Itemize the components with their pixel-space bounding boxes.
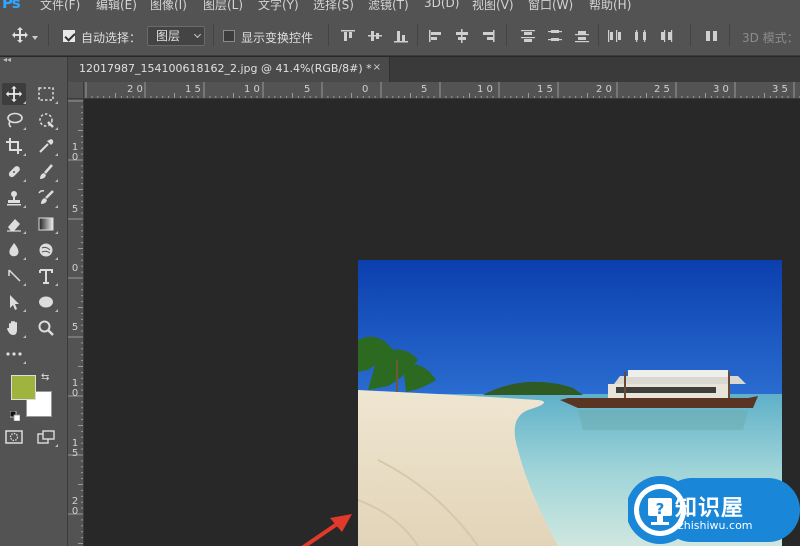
ruler-label: 1 5 xyxy=(185,84,201,95)
ruler-label: 1 5 xyxy=(537,84,553,95)
auto-select-label: 自动选择： xyxy=(81,31,142,45)
distribute-bottom-icon[interactable] xyxy=(574,29,590,43)
default-colors-icon[interactable] xyxy=(9,406,21,422)
blur-tool-icon[interactable] xyxy=(2,239,26,261)
ellipse-tool-icon[interactable] xyxy=(34,291,58,313)
clone-stamp-tool-icon[interactable] xyxy=(2,187,26,209)
ruler-label: 1 0 xyxy=(71,378,79,399)
menu-help[interactable]: 帮助(H) xyxy=(589,0,631,13)
align-top-icon[interactable] xyxy=(340,29,356,43)
collapse-panel-icon[interactable]: ◂◂ xyxy=(3,55,11,64)
align-bottom-icon[interactable] xyxy=(393,29,409,43)
menu-image[interactable]: 图像(I) xyxy=(150,0,187,13)
menu-select[interactable]: 选择(S) xyxy=(313,0,354,13)
ruler-label: 1 0 xyxy=(244,84,260,95)
align-vertical-center-icon[interactable] xyxy=(367,29,383,43)
eraser-tool-icon[interactable] xyxy=(2,213,26,235)
watermark-title: 知识屋 xyxy=(675,496,745,521)
align-left-icon[interactable] xyxy=(428,29,444,43)
annotation-arrow-icon xyxy=(301,514,352,546)
watermark-url: zhishiwu.com xyxy=(678,519,753,532)
distribute-right-icon[interactable] xyxy=(659,29,675,43)
distribute-vertical-center-icon[interactable] xyxy=(547,29,563,43)
close-tab-icon[interactable]: × xyxy=(373,62,381,73)
ruler-origin[interactable] xyxy=(68,82,84,99)
horizontal-ruler[interactable]: 2 0 1 5 1 0 5 0 5 1 0 1 5 2 0 2 5 3 0 3 … xyxy=(84,82,800,99)
tools-panel: ◂◂ ⇆ xyxy=(0,55,68,546)
swap-colors-icon[interactable]: ⇆ xyxy=(41,372,49,383)
pen-tool-icon[interactable] xyxy=(2,265,26,287)
ruler-label: 5 xyxy=(71,204,79,215)
marquee-tool-icon[interactable] xyxy=(34,83,58,105)
menu-layer[interactable]: 图层(L) xyxy=(203,0,243,13)
document-tab[interactable]: 12017987_154100618162_2.jpg @ 41.4%(RGB/… xyxy=(68,57,390,82)
dodge-tool-icon[interactable] xyxy=(34,239,58,261)
healing-brush-tool-icon[interactable] xyxy=(2,161,26,183)
ruler-label: 2 5 xyxy=(654,84,670,95)
align-right-icon[interactable] xyxy=(480,29,496,43)
menu-view[interactable]: 视图(V) xyxy=(472,0,514,13)
ruler-label: 2 0 xyxy=(127,84,143,95)
ruler-label: 3 0 xyxy=(713,84,729,95)
distribute-top-icon[interactable] xyxy=(520,29,536,43)
menu-window[interactable]: 窗口(W) xyxy=(528,0,573,13)
menu-file[interactable]: 文件(F) xyxy=(40,0,80,13)
quick-mask-icon[interactable] xyxy=(2,426,26,448)
tool-preset-dropdown-icon[interactable] xyxy=(32,36,38,40)
ruler-label: 0 xyxy=(362,84,369,95)
ruler-label: 5 xyxy=(304,84,311,95)
chevron-down-icon xyxy=(193,30,202,39)
align-horizontal-center-icon[interactable] xyxy=(454,29,470,43)
svg-text:?: ? xyxy=(656,500,665,518)
eyedropper-tool-icon[interactable] xyxy=(34,135,58,157)
ruler-label: 1 0 xyxy=(71,142,79,163)
menu-bar: Ps 文件(F) 编辑(E) 图像(I) 图层(L) 文字(Y) 选择(S) 滤… xyxy=(0,0,800,14)
photoshop-window: Ps 文件(F) 编辑(E) 图像(I) 图层(L) 文字(Y) 选择(S) 滤… xyxy=(0,0,800,546)
show-transform-checkbox[interactable] xyxy=(223,30,235,42)
ruler-label: 3 5 xyxy=(772,84,788,95)
auto-select-target-value: 图层 xyxy=(156,29,181,43)
document-tab-bar: 12017987_154100618162_2.jpg @ 41.4%(RGB/… xyxy=(68,57,800,82)
move-tool-icon[interactable] xyxy=(2,83,26,105)
distribute-horizontal-center-icon[interactable] xyxy=(633,29,649,43)
menu-type[interactable]: 文字(Y) xyxy=(258,0,299,13)
auto-align-layers-icon[interactable] xyxy=(704,29,720,43)
distribute-left-icon[interactable] xyxy=(607,29,623,43)
auto-select-target-dropdown[interactable]: 图层 xyxy=(147,26,205,46)
lasso-tool-icon[interactable] xyxy=(2,109,26,131)
type-tool-icon[interactable] xyxy=(34,265,58,287)
ruler-label: 2 0 xyxy=(71,496,79,517)
menu-3d[interactable]: 3D(D) xyxy=(424,0,459,10)
more-tools-icon[interactable] xyxy=(2,343,26,365)
hand-tool-icon[interactable] xyxy=(2,317,26,339)
document-tab-title: 12017987_154100618162_2.jpg @ 41.4%(RGB/… xyxy=(79,62,372,75)
ruler-label: 5 xyxy=(71,322,79,333)
quick-select-tool-icon[interactable] xyxy=(34,109,58,131)
gradient-tool-icon[interactable] xyxy=(34,213,58,235)
menu-edit[interactable]: 编辑(E) xyxy=(96,0,137,13)
options-bar: 自动选择： 图层 显示变换控件 3D 模式： xyxy=(0,14,800,56)
screen-mode-icon[interactable] xyxy=(34,426,58,448)
ruler-label: 1 0 xyxy=(477,84,493,95)
move-tool-preset-icon[interactable] xyxy=(8,24,32,46)
vertical-ruler[interactable]: 1 0 5 0 5 1 0 1 5 2 0 xyxy=(68,99,84,546)
3d-mode-label: 3D 模式： xyxy=(742,31,799,45)
auto-select-checkbox[interactable] xyxy=(63,30,75,42)
brush-tool-icon[interactable] xyxy=(34,161,58,183)
show-transform-label: 显示变换控件 xyxy=(241,31,314,45)
crop-tool-icon[interactable] xyxy=(2,135,26,157)
ruler-label: 0 xyxy=(71,263,79,274)
menu-filter[interactable]: 滤镜(T) xyxy=(368,0,409,13)
foreground-color-swatch[interactable] xyxy=(11,375,36,400)
path-select-tool-icon[interactable] xyxy=(2,291,26,313)
app-logo: Ps xyxy=(2,0,21,12)
history-brush-tool-icon[interactable] xyxy=(34,187,58,209)
zoom-tool-icon[interactable] xyxy=(34,317,58,339)
ruler-label: 2 0 xyxy=(596,84,612,95)
ruler-label: 1 5 xyxy=(71,438,79,459)
ruler-label: 5 xyxy=(421,84,428,95)
